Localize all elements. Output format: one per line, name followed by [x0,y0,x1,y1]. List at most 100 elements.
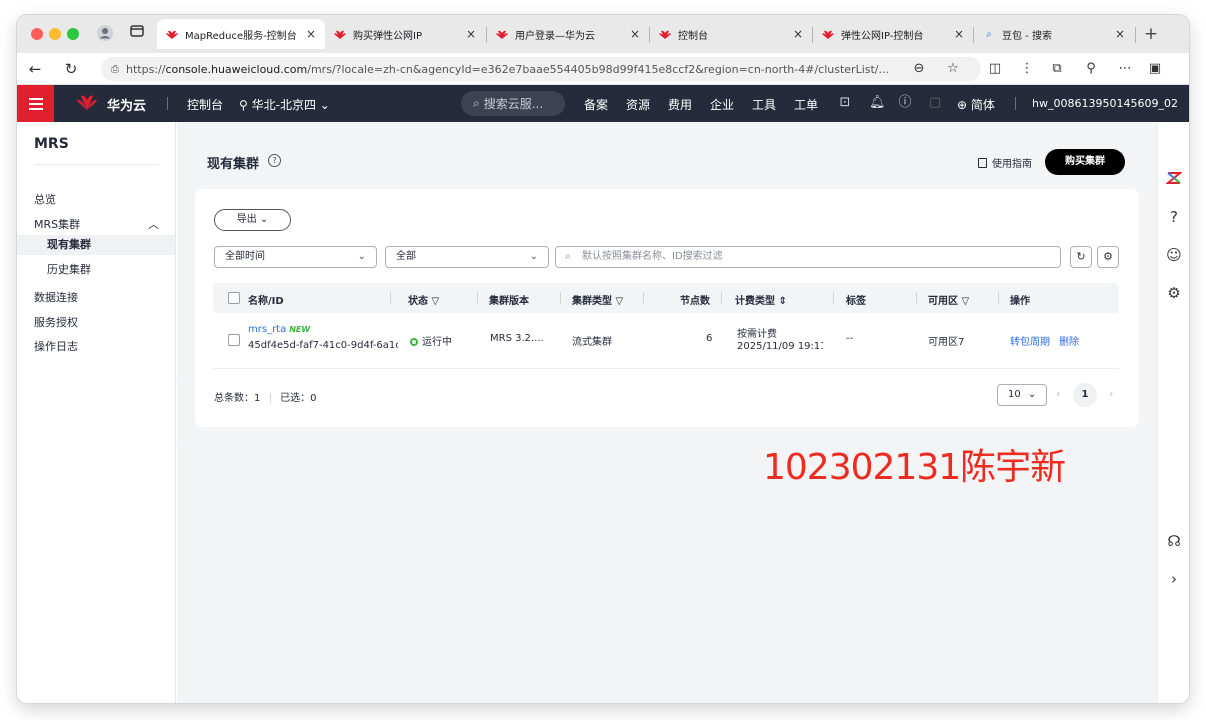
sidebar-item-active-clusters[interactable]: 现有集群 [17,235,175,255]
help-question-icon[interactable]: ? [268,154,281,167]
service-title: MRS [34,136,69,152]
menu-resources[interactable]: 资源 [626,96,650,113]
huawei-logo-icon[interactable] [75,92,99,114]
back-icon[interactable]: ← [25,59,45,79]
tab-close-icon[interactable]: × [305,27,317,41]
time-filter-select[interactable]: 全部时间 ⌄ [214,246,377,268]
user-account[interactable]: hw_008613950145609_02 [1032,97,1178,110]
tab-close-icon[interactable]: × [1114,27,1126,41]
sidebar-item-service-auth[interactable]: 服务授权 [34,314,78,330]
prev-page-icon[interactable]: ‹ [1056,387,1060,400]
sidebar-item-mrs-clusters[interactable]: MRS集群 ︿ [34,216,159,232]
sidebar-item-overview[interactable]: 总览 [34,191,56,207]
convert-to-yearly-link[interactable]: 转包周期 [1010,333,1050,348]
zoom-window-button[interactable] [67,28,79,40]
tab-separator [1135,27,1136,43]
menu-beian[interactable]: 备案 [584,96,608,113]
feedback-icon[interactable]: ▢ [927,95,943,111]
menu-billing[interactable]: 费用 [668,96,692,113]
console-top-bar: 华为云 控制台 ⚲ 华北-北京四 ⌄ ⌕ 搜索云服... 备案 资源 费用 企业… [17,85,1189,122]
column-label: 可用区 [928,296,958,307]
url-host: console.huaweicloud.com [165,62,308,76]
ai-assistant-icon[interactable] [1165,170,1183,188]
status-filter-select[interactable]: 全部 ⌄ [385,246,549,268]
cluster-search-input[interactable]: ⌕ 默认按照集群名称、ID搜索过滤 [555,246,1061,268]
export-button[interactable]: 导出 ⌄ [214,209,291,231]
browser-window: MapReduce服务-控制台 × 购买弹性公网IP × 用户登录—华为云 × … [17,15,1189,703]
console-link[interactable]: 控制台 [187,96,223,113]
tab-login[interactable]: 用户登录—华为云 × [487,19,649,49]
collections-icon[interactable]: ⧉ [1047,59,1067,79]
sidebar-item-data-connection[interactable]: 数据连接 [34,289,78,305]
buy-cluster-button[interactable]: 购买集群 [1045,149,1125,175]
column-zone[interactable]: 可用区 ▽ [928,292,969,307]
service-search-input[interactable]: ⌕ 搜索云服... [461,91,565,116]
headset-support-icon[interactable]: ☊ [1165,532,1183,550]
new-tab-icon[interactable]: + [1141,24,1161,44]
close-window-button[interactable] [31,28,43,40]
smiley-feedback-icon[interactable]: ☺ [1165,246,1183,264]
select-all-checkbox[interactable] [228,292,240,304]
brand-name[interactable]: 华为云 [107,95,146,114]
expand-right-icon[interactable]: › [1165,570,1183,588]
more-page-options-icon[interactable]: ⊖ [909,59,929,79]
menu-tickets[interactable]: 工单 [794,96,818,113]
page-title: 现有集群 [207,157,260,172]
favorites-icon[interactable]: ⋮ [1017,59,1037,79]
refresh-button[interactable]: ↻ [1070,246,1092,268]
page-size-value: 10 [1008,389,1021,400]
column-billing[interactable]: 计费类型 ⇕ [735,292,787,307]
tab-mapreduce[interactable]: MapReduce服务-控制台 × [157,19,325,49]
tab-console[interactable]: 控制台 × [650,19,812,49]
column-separator [390,292,391,304]
status-label: 运行中 [422,337,452,348]
user-guide-link[interactable]: 使用指南 [978,155,1032,170]
table-row: mrs_rtaNEW 45df4e5d-faf7-41c0-9d4f-6a1cf… [213,313,1119,369]
tab-buy-eip[interactable]: 购买弹性公网IP × [325,19,485,49]
running-status-icon [410,338,418,346]
column-status[interactable]: 状态 ▽ [408,292,439,307]
delete-link[interactable]: 删除 [1059,333,1079,348]
help-circle-icon[interactable]: ? [1165,208,1183,226]
cluster-type: 流式集群 [572,337,612,348]
sidebar-item-history-clusters[interactable]: 历史集群 [17,260,175,280]
split-screen-icon[interactable]: ◫ [985,59,1005,79]
profile-icon[interactable] [95,24,115,44]
column-actions: 操作 [1010,296,1030,307]
settings-gear-button[interactable]: ⚙ [1097,246,1119,268]
tab-close-icon[interactable]: × [629,27,641,41]
tab-eip-console[interactable]: 弹性公网IP-控制台 × [813,19,973,49]
huawei-favicon-icon [658,28,672,40]
cloud-shell-icon[interactable]: ⊡ [837,95,853,111]
bookmark-star-icon[interactable]: ☆ [943,59,963,79]
menu-tools[interactable]: 工具 [752,96,776,113]
sidebar-item-operation-log[interactable]: 操作日志 [34,338,78,354]
tab-close-icon[interactable]: × [792,27,804,41]
extensions-icon[interactable]: ⚲ [1081,59,1101,79]
cluster-name-link[interactable]: mrs_rta [248,324,286,335]
region-selector[interactable]: ⚲ 华北-北京四 ⌄ [239,96,330,113]
column-label: 集群类型 [572,296,612,307]
reload-icon[interactable]: ↻ [61,59,81,79]
settings-icon[interactable]: ⚙ [1165,284,1183,302]
tab-close-icon[interactable]: × [465,27,477,41]
column-type[interactable]: 集群类型 ▽ [572,292,623,307]
language-selector[interactable]: ⊕ 简体 [957,96,995,113]
tab-title: 豆包 - 搜索 [1002,30,1052,42]
current-page-button[interactable]: 1 [1073,383,1097,407]
tab-overview-icon[interactable] [127,24,147,44]
main-menu-button[interactable] [17,85,54,122]
sidebar-toggle-icon[interactable]: ▣ [1145,59,1165,79]
minimize-window-button[interactable] [49,28,61,40]
tab-close-icon[interactable]: × [953,27,965,41]
next-page-icon[interactable]: › [1109,387,1113,400]
site-info-icon[interactable]: ⎙ [111,64,119,75]
more-menu-icon[interactable]: ⋯ [1115,59,1135,79]
menu-enterprise[interactable]: 企业 [710,96,734,113]
page-size-select[interactable]: 10 ⌄ [997,384,1047,406]
url-field[interactable]: ⎙ https://console.huaweicloud.com/mrs/?l… [101,57,981,81]
help-icon[interactable]: ⓘ [897,95,913,111]
notification-bell-icon[interactable]: 🔔︎ [869,95,886,111]
tab-doubao-search[interactable]: ⌕ 豆包 - 搜索 × [974,19,1134,49]
row-checkbox[interactable] [228,334,240,346]
